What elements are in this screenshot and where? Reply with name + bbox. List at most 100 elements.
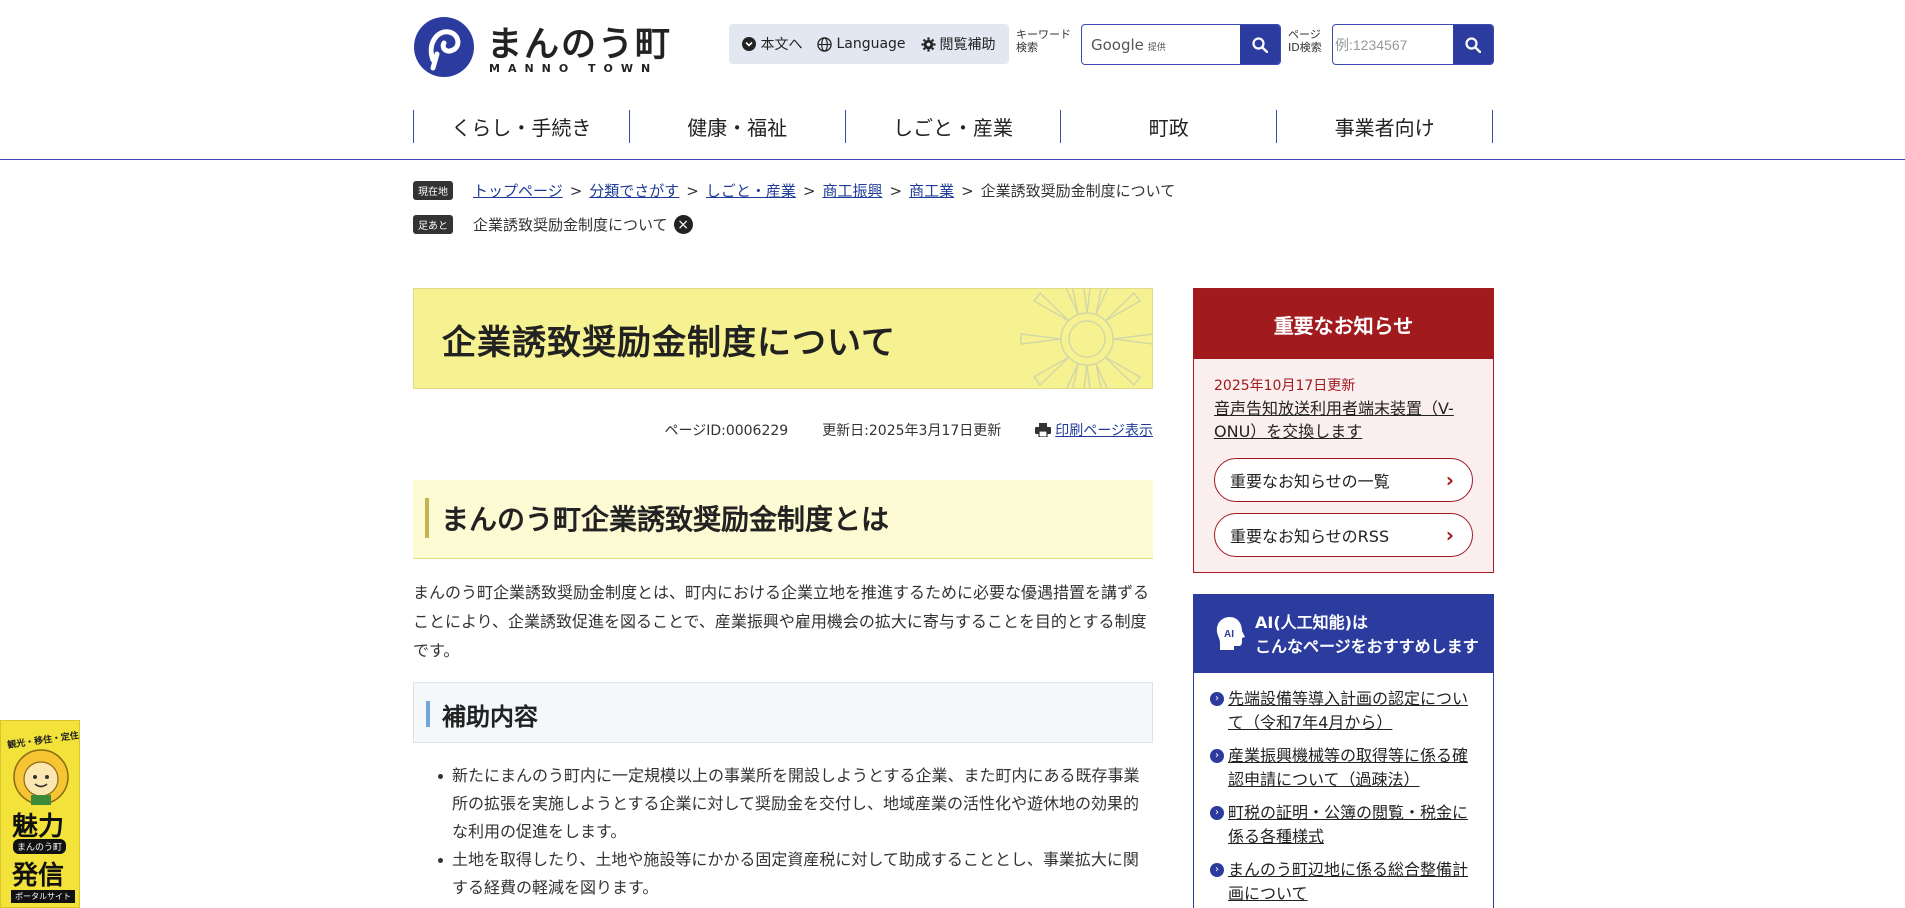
page-id: ページID:0006229 xyxy=(664,423,789,439)
close-icon[interactable]: × xyxy=(673,215,693,234)
heading-accent-bar xyxy=(426,701,430,727)
site-header: まんのう町 MANNO TOWN 本文へ Language 閲覧補助 キーワード… xyxy=(0,0,1905,160)
notice-rss-label: 重要なお知らせのRSS xyxy=(1230,527,1390,546)
page-id-input[interactable] xyxy=(1333,25,1453,64)
subsidy-list: 新たにまんのう町内に一定規模以上の事業所を開設しようとする企業、また町内にある既… xyxy=(438,762,1142,902)
notice-rss-button[interactable]: 重要なお知らせのRSS › xyxy=(1214,513,1473,557)
chevron-right-icon: › xyxy=(1210,806,1224,820)
ai-head-icon: AI xyxy=(1216,617,1245,650)
page-id-search-box xyxy=(1332,24,1494,65)
site-logo[interactable]: まんのう町 MANNO TOWN xyxy=(413,14,670,77)
chevron-right-icon: › xyxy=(1210,692,1224,706)
breadcrumb-link-work[interactable]: しごと・産業 xyxy=(706,180,796,201)
print-link-label[interactable]: 印刷ページ表示 xyxy=(1055,420,1153,440)
list-item: › 産業振興機械等の取得等に係る確認申請について（過疎法） xyxy=(1210,744,1480,792)
utility-menu: 本文へ Language 閲覧補助 xyxy=(729,24,1009,64)
subsection-heading: 補助内容 xyxy=(413,682,1153,743)
logo-subtitle: MANNO TOWN xyxy=(489,62,659,75)
portal-site-banner[interactable]: 観光・移住・定住 魅力 まんのう町 発信 ポータルサイト xyxy=(0,720,80,908)
keyword-search-input[interactable] xyxy=(1082,25,1241,64)
sunflower-illustration xyxy=(1020,289,1152,388)
ai-recommend-link[interactable]: まんのう町辺地に係る総合整備計画について xyxy=(1228,860,1468,903)
heading-accent-bar xyxy=(425,498,429,538)
section-heading: まんのう町企業誘致奨励金制度とは xyxy=(413,480,1153,559)
reading-assist-label: 閲覧補助 xyxy=(939,37,996,53)
nav-item-living[interactable]: くらし・手続き xyxy=(413,110,629,143)
banner-title-2: 発信 xyxy=(12,861,65,891)
keyword-search-box: Google 提供 xyxy=(1081,24,1281,65)
notice-link[interactable]: 音声告知放送利用者端末装置（V-ONU）を交換します xyxy=(1214,397,1484,443)
language-label: Language xyxy=(836,36,906,52)
footprint-item[interactable]: 企業誘致奨励金制度について xyxy=(473,214,668,235)
page-id-search-label: ページ ID検索 xyxy=(1288,28,1322,54)
breadcrumb-separator: > xyxy=(889,181,903,200)
notice-date: 2025年10月17日更新 xyxy=(1214,378,1356,394)
banner-title-1: 魅力 xyxy=(12,812,65,842)
chevron-right-icon: › xyxy=(1445,468,1454,492)
chevron-down-circle-icon xyxy=(742,37,757,51)
important-notice-box: 重要なお知らせ 2025年10月17日更新 音声告知放送利用者端末装置（V-ON… xyxy=(1193,288,1494,573)
search-icon xyxy=(1252,36,1268,53)
banner-portal-label: ポータルサイト xyxy=(11,890,75,903)
page-title-banner: 企業誘致奨励金制度について xyxy=(413,288,1153,389)
global-nav: くらし・手続き 健康・福祉 しごと・産業 町政 事業者向け xyxy=(413,110,1493,143)
breadcrumb-link-industry[interactable]: 商工業 xyxy=(909,180,954,201)
chevron-right-icon: › xyxy=(1210,863,1224,877)
ai-recommend-heading: AI AI(人工知能)は こんなページをおすすめします xyxy=(1194,595,1493,673)
updated-date: 更新日:2025年3月17日更新 xyxy=(822,423,1002,439)
keyword-search-button[interactable] xyxy=(1240,25,1280,64)
keyword-search-label: キーワード 検索 xyxy=(1016,28,1071,54)
printer-icon xyxy=(1035,423,1052,437)
reading-assist-link[interactable]: 閲覧補助 xyxy=(920,34,996,54)
page-id-search-button[interactable] xyxy=(1453,25,1493,64)
skip-to-main-label: 本文へ xyxy=(760,37,803,53)
town-emblem-icon xyxy=(414,17,474,77)
footprint-tag: 足あと xyxy=(413,215,453,234)
list-item: › まんのう町辺地に係る総合整備計画について xyxy=(1210,858,1480,906)
search-icon xyxy=(1465,36,1481,53)
ai-recommend-link[interactable]: 先端設備等導入計画の認定について（令和7年4月から） xyxy=(1228,689,1468,732)
globe-icon xyxy=(817,36,833,52)
subsection-heading-text: 補助内容 xyxy=(442,703,538,731)
ai-recommend-list: › 先端設備等導入計画の認定について（令和7年4月から） › 産業振興機械等の取得等… xyxy=(1210,687,1480,908)
chevron-right-icon: › xyxy=(1445,523,1454,547)
language-link[interactable]: Language xyxy=(817,36,906,52)
current-location-tag: 現在地 xyxy=(413,181,453,200)
gear-icon xyxy=(920,36,936,52)
breadcrumb-separator: > xyxy=(802,181,816,200)
list-item: 土地を取得したり、土地や施設等にかかる固定資産税に対して助成することとし、事業拡… xyxy=(438,846,1142,902)
nav-item-business[interactable]: 事業者向け xyxy=(1276,110,1492,143)
breadcrumb-link-top[interactable]: トップページ xyxy=(473,180,563,201)
page-title: 企業誘致奨励金制度について xyxy=(442,323,896,363)
list-item: › 町税の証明・公簿の閲覧・税金に係る各種様式 xyxy=(1210,801,1480,849)
ai-recommend-title: AI(人工知能)は こんなページをおすすめします xyxy=(1255,613,1479,656)
breadcrumb-link-category[interactable]: 分類でさがす xyxy=(589,180,679,201)
chevron-right-icon: › xyxy=(1210,749,1224,763)
banner-tagline: 観光・移住・定住 xyxy=(6,731,80,751)
nav-item-health[interactable]: 健康・福祉 xyxy=(628,110,845,143)
intro-paragraph: まんのう町企業誘致奨励金制度とは、町内における企業立地を推進するために必要な優遇… xyxy=(413,583,1150,660)
sunflower-mascot-icon xyxy=(13,749,69,805)
breadcrumb-separator: > xyxy=(569,181,583,200)
notice-list-button[interactable]: 重要なお知らせの一覧 › xyxy=(1214,458,1473,502)
ai-recommend-link[interactable]: 町税の証明・公簿の閲覧・税金に係る各種様式 xyxy=(1228,803,1468,846)
ai-recommend-box: AI AI(人工知能)は こんなページをおすすめします › 先端設備等導入計画の認… xyxy=(1193,594,1494,908)
print-link[interactable]: 印刷ページ表示 xyxy=(1035,420,1153,440)
important-notice-heading: 重要なお知らせ xyxy=(1194,289,1493,359)
breadcrumb-current: 企業誘致奨励金制度について xyxy=(980,182,1176,200)
ai-recommend-link[interactable]: 産業振興機械等の取得等に係る確認申請について（過疎法） xyxy=(1228,746,1468,789)
breadcrumb-separator: > xyxy=(686,181,699,200)
nav-item-work[interactable]: しごと・産業 xyxy=(844,110,1061,143)
nav-item-town-admin[interactable]: 町政 xyxy=(1060,110,1276,143)
breadcrumb-separator: > xyxy=(961,181,974,200)
breadcrumb-link-commerce[interactable]: 商工振興 xyxy=(822,180,882,201)
list-item: › 先端設備等導入計画の認定について（令和7年4月から） xyxy=(1210,687,1480,735)
svg-text:AI: AI xyxy=(1224,629,1234,640)
logo-title: まんのう町 xyxy=(487,25,673,65)
skip-to-main-link[interactable]: 本文へ xyxy=(742,34,802,54)
breadcrumb: 現在地 トップページ > 分類でさがす > しごと・産業 > 商工振興 > 商工… xyxy=(413,180,1175,201)
page-meta: ページID:0006229 更新日:2025年3月17日更新 印刷ページ表示 xyxy=(413,420,1153,440)
footprint: 足あと 企業誘致奨励金制度について × xyxy=(413,214,693,235)
section-heading-text: まんのう町企業誘致奨励金制度とは xyxy=(441,503,890,536)
list-item: 新たにまんのう町内に一定規模以上の事業所を開設しようとする企業、また町内にある既… xyxy=(438,762,1142,846)
